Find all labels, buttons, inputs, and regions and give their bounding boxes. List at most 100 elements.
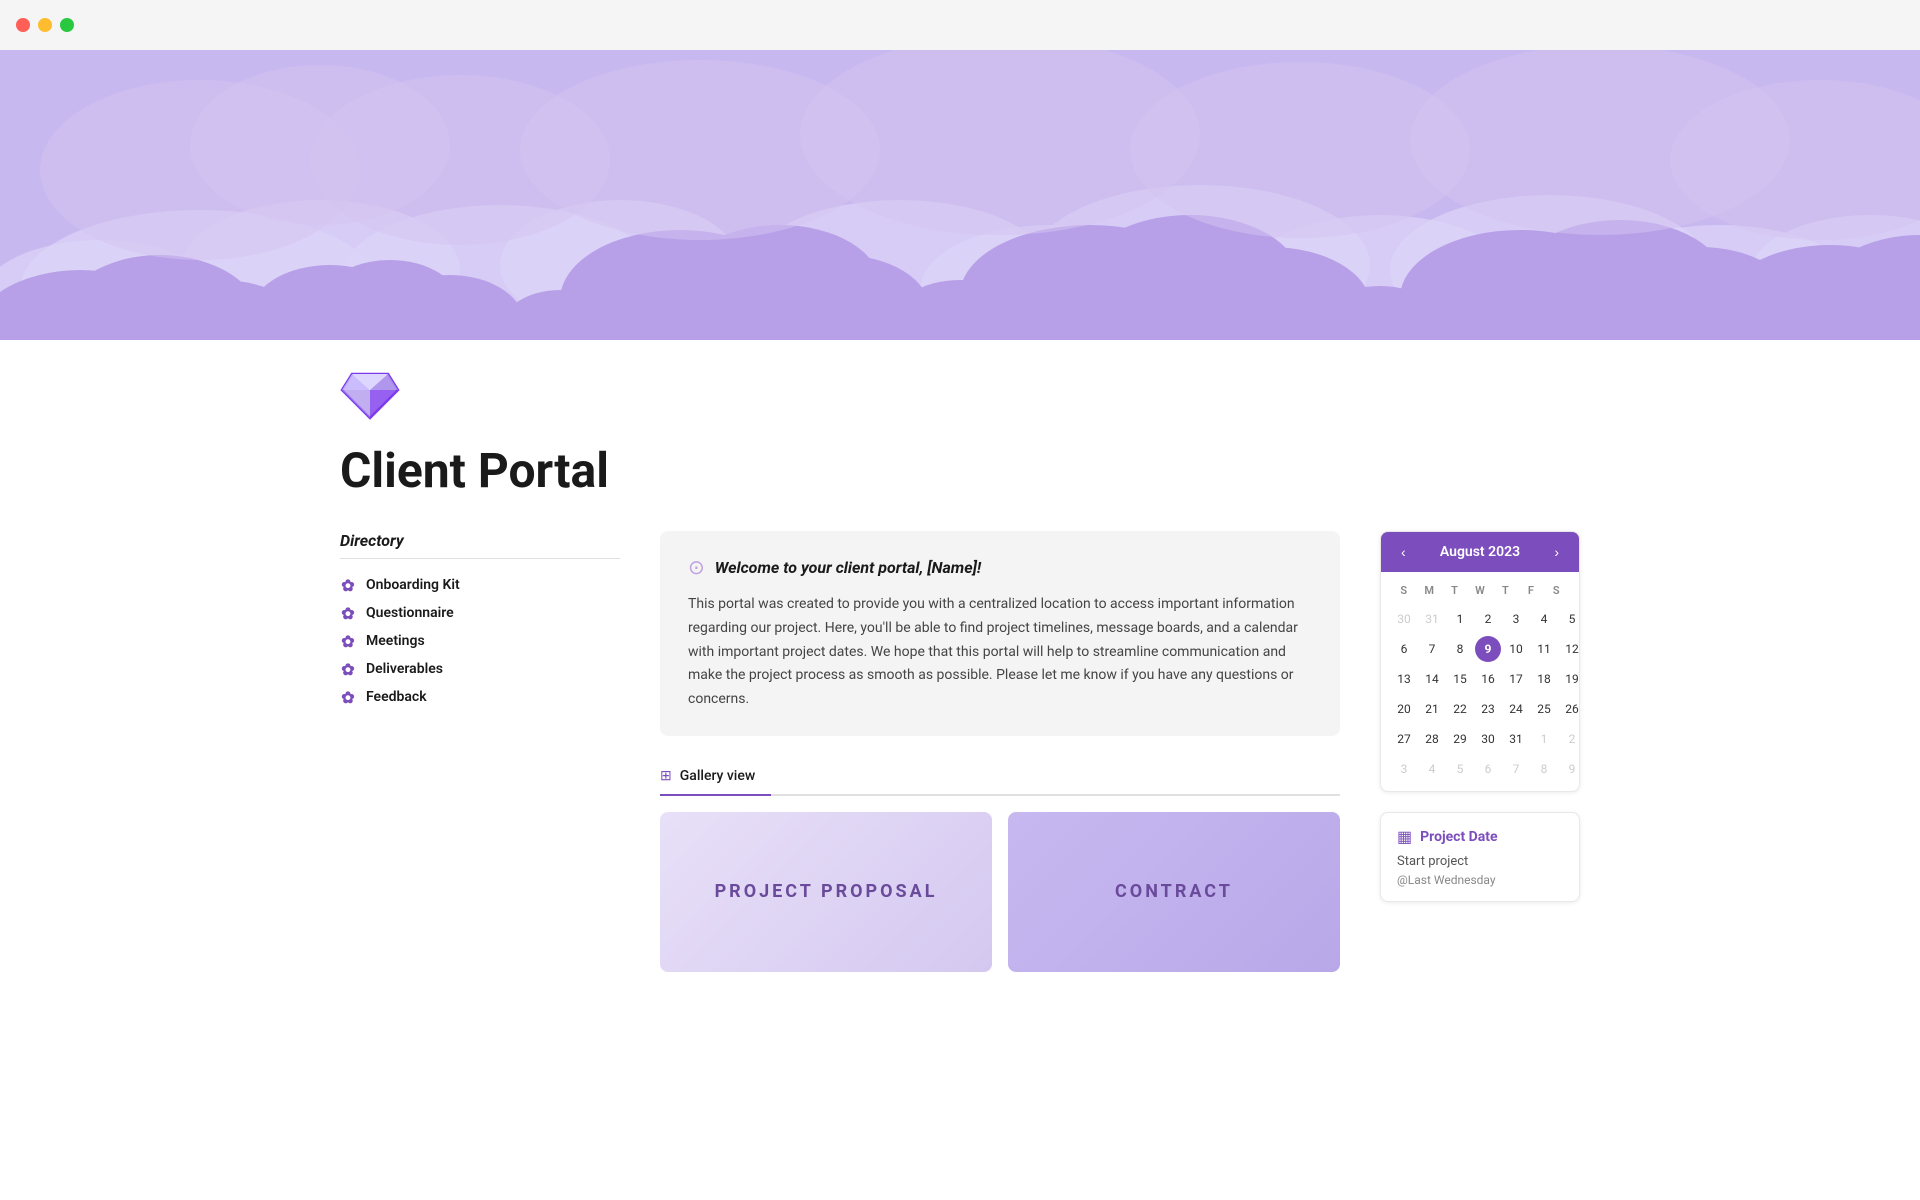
directory-item-label-4: Feedback <box>366 689 427 705</box>
cal-day-w2-d0[interactable]: 13 <box>1391 666 1417 692</box>
page-title: Client Portal <box>340 442 1580 499</box>
directory-item-label-2: Meetings <box>366 633 425 649</box>
cal-day-w4-d6[interactable]: 2 <box>1559 726 1580 752</box>
cal-weekday-4: T <box>1493 580 1518 601</box>
project-date-icon: ▦ <box>1397 827 1412 846</box>
cal-day-w4-d0[interactable]: 27 <box>1391 726 1417 752</box>
project-date-header: ▦ Project Date <box>1397 827 1563 846</box>
minimize-button[interactable] <box>38 18 52 32</box>
directory-item-3[interactable]: ✿Deliverables <box>340 655 620 683</box>
calendar-weekdays: SMTWTFS <box>1391 580 1569 601</box>
cal-weekday-1: M <box>1416 580 1441 601</box>
center-content: ⊙ Welcome to your client portal, [Name]!… <box>660 531 1340 972</box>
cal-day-w0-d3[interactable]: 2 <box>1475 606 1501 632</box>
cal-day-w0-d5[interactable]: 4 <box>1531 606 1557 632</box>
proposal-card-label: PROJECT PROPOSAL <box>715 881 938 902</box>
directory-bullet-4: ✿ <box>340 689 356 705</box>
directory-title: Directory <box>340 531 620 559</box>
close-button[interactable] <box>16 18 30 32</box>
cal-day-w1-d0[interactable]: 6 <box>1391 636 1417 662</box>
cal-day-w2-d6[interactable]: 19 <box>1559 666 1580 692</box>
cal-day-w2-d1[interactable]: 14 <box>1419 666 1445 692</box>
directory-item-label-1: Questionnaire <box>366 605 454 621</box>
gallery-view-tab[interactable]: ⊞ Gallery view <box>660 760 771 796</box>
cal-day-w1-d1[interactable]: 7 <box>1419 636 1445 662</box>
cal-day-w0-d0[interactable]: 30 <box>1391 606 1417 632</box>
gallery-cards: PROJECT PROPOSAL CONTRACT <box>660 812 1340 972</box>
grid-icon: ⊞ <box>660 768 672 784</box>
cal-day-w2-d3[interactable]: 16 <box>1475 666 1501 692</box>
welcome-header: ⊙ Welcome to your client portal, [Name]! <box>688 555 1312 579</box>
cal-day-w3-d6[interactable]: 26 <box>1559 696 1580 722</box>
cal-day-w5-d3[interactable]: 6 <box>1475 756 1501 782</box>
sun-icon: ⊙ <box>688 555 705 579</box>
cal-day-w0-d1[interactable]: 31 <box>1419 606 1445 632</box>
cal-day-w3-d5[interactable]: 25 <box>1531 696 1557 722</box>
cal-day-w0-d6[interactable]: 5 <box>1559 606 1580 632</box>
diamond-icon-container <box>340 370 1580 426</box>
maximize-button[interactable] <box>60 18 74 32</box>
cal-day-w4-d1[interactable]: 28 <box>1419 726 1445 752</box>
gallery-tab-bar: ⊞ Gallery view <box>660 760 1340 796</box>
project-date-widget: ▦ Project Date Start project @Last Wedne… <box>1380 812 1580 902</box>
directory-item-1[interactable]: ✿ Questionnaire <box>340 599 620 627</box>
cal-day-w5-d4[interactable]: 7 <box>1503 756 1529 782</box>
directory-bullet-0: ✿ <box>340 577 356 593</box>
project-date-title: Project Date <box>1420 829 1497 845</box>
contract-card[interactable]: CONTRACT <box>1008 812 1340 972</box>
cal-day-w1-d2[interactable]: 8 <box>1447 636 1473 662</box>
calendar-prev-button[interactable]: ‹ <box>1395 542 1412 562</box>
cal-day-w1-d4[interactable]: 10 <box>1503 636 1529 662</box>
cal-weekday-2: T <box>1442 580 1467 601</box>
cal-day-w4-d2[interactable]: 29 <box>1447 726 1473 752</box>
left-sidebar: Directory ✿Onboarding Kit✿Questionnaire✿… <box>340 531 620 711</box>
directory-item-2[interactable]: ✿ Meetings <box>340 627 620 655</box>
welcome-text: This portal was created to provide you w… <box>688 593 1312 712</box>
cal-day-w1-d6[interactable]: 12 <box>1559 636 1580 662</box>
cal-day-w2-d2[interactable]: 15 <box>1447 666 1473 692</box>
cal-weekday-0: S <box>1391 580 1416 601</box>
cal-weekday-5: F <box>1518 580 1543 601</box>
cal-day-w4-d3[interactable]: 30 <box>1475 726 1501 752</box>
welcome-title: Welcome to your client portal, [Name]! <box>715 558 981 577</box>
cal-day-w5-d1[interactable]: 4 <box>1419 756 1445 782</box>
cal-day-w2-d5[interactable]: 18 <box>1531 666 1557 692</box>
directory-item-label-3: Deliverables <box>366 661 443 677</box>
cal-day-w4-d5[interactable]: 1 <box>1531 726 1557 752</box>
calendar-days: 3031123456789101112131415161718192021222… <box>1391 605 1569 783</box>
diamond-icon <box>340 370 400 422</box>
directory-list: ✿Onboarding Kit✿Questionnaire✿Meetings✿D… <box>340 571 620 711</box>
cal-day-w5-d2[interactable]: 5 <box>1447 756 1473 782</box>
directory-bullet-1: ✿ <box>340 605 356 621</box>
directory-bullet-2: ✿ <box>340 633 356 649</box>
calendar-header: ‹ August 2023 › <box>1381 532 1579 572</box>
cal-day-w2-d4[interactable]: 17 <box>1503 666 1529 692</box>
cal-day-w5-d5[interactable]: 8 <box>1531 756 1557 782</box>
calendar-month-year: August 2023 <box>1440 544 1520 560</box>
cal-day-w0-d4[interactable]: 3 <box>1503 606 1529 632</box>
cal-day-w3-d0[interactable]: 20 <box>1391 696 1417 722</box>
welcome-box: ⊙ Welcome to your client portal, [Name]!… <box>660 531 1340 736</box>
contract-card-label: CONTRACT <box>1115 881 1233 902</box>
directory-item-4[interactable]: ✿ Feedback <box>340 683 620 711</box>
right-sidebar: ‹ August 2023 › SMTWTFS 3031123456789101… <box>1380 531 1580 902</box>
cal-weekday-3: W <box>1467 580 1492 601</box>
cal-day-w3-d3[interactable]: 23 <box>1475 696 1501 722</box>
calendar-widget: ‹ August 2023 › SMTWTFS 3031123456789101… <box>1380 531 1580 792</box>
cal-weekday-6: S <box>1544 580 1569 601</box>
cal-day-w3-d2[interactable]: 22 <box>1447 696 1473 722</box>
main-layout: Directory ✿Onboarding Kit✿Questionnaire✿… <box>340 531 1580 972</box>
cal-day-w5-d6[interactable]: 9 <box>1559 756 1580 782</box>
calendar-next-button[interactable]: › <box>1548 542 1565 562</box>
cal-day-w1-d3[interactable]: 9 <box>1475 636 1501 662</box>
gallery-tab-label: Gallery view <box>680 768 756 784</box>
cal-day-w0-d2[interactable]: 1 <box>1447 606 1473 632</box>
cal-day-w3-d4[interactable]: 24 <box>1503 696 1529 722</box>
directory-item-0[interactable]: ✿Onboarding Kit <box>340 571 620 599</box>
proposal-card[interactable]: PROJECT PROPOSAL <box>660 812 992 972</box>
cal-day-w5-d0[interactable]: 3 <box>1391 756 1417 782</box>
cal-day-w3-d1[interactable]: 21 <box>1419 696 1445 722</box>
project-start-label: Start project <box>1397 854 1563 869</box>
cal-day-w4-d4[interactable]: 31 <box>1503 726 1529 752</box>
cal-day-w1-d5[interactable]: 11 <box>1531 636 1557 662</box>
